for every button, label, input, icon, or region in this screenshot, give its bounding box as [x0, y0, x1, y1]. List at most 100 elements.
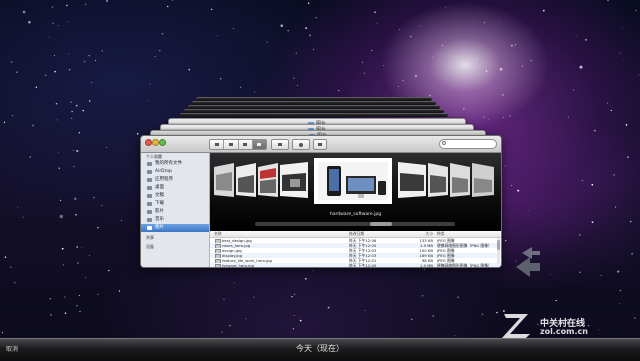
- sidebar-item-all-files[interactable]: 我的所有文件: [141, 160, 209, 168]
- cover-thumbnail[interactable]: [428, 163, 448, 197]
- timeline-current-label: 今天（现在）: [296, 344, 344, 353]
- navigate-forward-arrow[interactable]: [522, 247, 540, 259]
- cover-thumbnail[interactable]: [450, 163, 470, 197]
- star: [101, 50, 103, 52]
- star: [629, 220, 632, 223]
- star: [229, 324, 231, 327]
- star: [118, 290, 121, 292]
- star: [221, 331, 223, 334]
- star: [294, 293, 296, 295]
- star: [398, 28, 400, 30]
- column-view-button[interactable]: [239, 140, 253, 149]
- star: [57, 24, 59, 26]
- applications-icon: [147, 178, 152, 182]
- cover-flow-view[interactable]: hardware_software.jpg: [210, 153, 501, 231]
- icon-view-button[interactable]: [210, 140, 225, 149]
- minimize-button[interactable]: [152, 139, 159, 146]
- star: [71, 117, 73, 119]
- star: [220, 78, 222, 80]
- star: [575, 35, 577, 37]
- star: [32, 124, 34, 127]
- star: [67, 20, 69, 23]
- coverflow-view-button[interactable]: [252, 140, 266, 149]
- star: [623, 59, 625, 61]
- star: [84, 3, 87, 6]
- navigate-back-arrow[interactable]: [516, 257, 540, 277]
- cover-flow-scroll-thumb[interactable]: [370, 222, 392, 226]
- cover-selected[interactable]: [314, 158, 392, 204]
- star: [149, 83, 151, 85]
- column-header-date[interactable]: 修改日期: [349, 231, 407, 237]
- star: [585, 39, 587, 41]
- star: [485, 70, 488, 72]
- star: [3, 121, 6, 123]
- sidebar-item-downloads[interactable]: 下载: [141, 200, 209, 208]
- star: [108, 269, 110, 272]
- star: [509, 115, 511, 117]
- list-view-button[interactable]: [224, 140, 239, 149]
- star: [591, 221, 594, 224]
- star: [171, 0, 173, 1]
- cover-thumbnail[interactable]: [398, 162, 426, 198]
- star: [517, 189, 520, 192]
- finder-window[interactable]: 个人收藏 我的所有文件 AirDrop 应用程序 桌面 文稿 下载 影片 音乐 …: [140, 135, 502, 268]
- sidebar-item-movies[interactable]: 影片: [141, 208, 209, 216]
- star: [254, 91, 256, 93]
- star: [136, 133, 139, 135]
- star: [376, 22, 378, 24]
- star: [521, 65, 524, 67]
- column-header-name[interactable]: 名称: [210, 231, 349, 237]
- downloads-icon: [147, 202, 152, 206]
- cover-flow-scrollbar[interactable]: [255, 222, 455, 226]
- sidebar-item-pictures[interactable]: 图片: [141, 224, 209, 232]
- cover-thumbnail[interactable]: [214, 163, 234, 197]
- star: [610, 109, 612, 112]
- star: [432, 315, 434, 317]
- file-size: 1.9 MB: [419, 263, 433, 268]
- star: [441, 44, 444, 47]
- action-menu[interactable]: [292, 139, 310, 150]
- list-scroll-thumb[interactable]: [497, 240, 500, 250]
- sidebar-item-desktop[interactable]: 桌面: [141, 184, 209, 192]
- cover-thumbnail[interactable]: [258, 163, 278, 197]
- sidebar-item-documents[interactable]: 文稿: [141, 192, 209, 200]
- star: [291, 295, 293, 298]
- star: [72, 149, 74, 151]
- cover-flow-thumbnails: [214, 158, 494, 204]
- share-button[interactable]: [313, 139, 327, 150]
- star: [53, 54, 55, 57]
- star: [607, 0, 609, 2]
- star: [593, 129, 596, 132]
- zoom-button[interactable]: [159, 139, 166, 146]
- star: [64, 296, 66, 298]
- column-header-kind[interactable]: 种类: [437, 231, 497, 237]
- star: [498, 20, 500, 22]
- star: [75, 104, 78, 107]
- cover-thumbnail[interactable]: [472, 163, 494, 197]
- sidebar-section-title: 个人收藏: [146, 154, 162, 159]
- star: [296, 84, 299, 87]
- star: [210, 8, 213, 11]
- search-field[interactable]: [439, 139, 497, 149]
- star: [363, 72, 366, 74]
- star: [463, 108, 465, 110]
- star: [62, 264, 64, 266]
- list-scrollbar[interactable]: [497, 238, 500, 264]
- sidebar-item-airdrop[interactable]: AirDrop: [141, 168, 209, 176]
- star: [11, 114, 14, 117]
- snapshot-window-edge[interactable]: [180, 113, 448, 117]
- close-button[interactable]: [145, 139, 152, 146]
- sidebar-item-applications[interactable]: 应用程序: [141, 176, 209, 184]
- view-mode-segmented: [209, 139, 267, 150]
- cover-thumbnail[interactable]: [280, 162, 308, 198]
- arrange-menu[interactable]: [271, 139, 289, 150]
- star: [371, 49, 373, 51]
- file-row[interactable]: forward_hero.jpg 昨天 下午12:05 1.9 MB 便携网络图形图像…: [210, 263, 501, 268]
- star: [245, 318, 247, 320]
- cover-thumbnail[interactable]: [236, 163, 256, 197]
- star: [232, 28, 234, 30]
- star: [402, 79, 404, 82]
- column-header-size[interactable]: 大小: [407, 231, 437, 237]
- sidebar-item-music[interactable]: 音乐: [141, 216, 209, 224]
- movies-icon: [147, 210, 152, 214]
